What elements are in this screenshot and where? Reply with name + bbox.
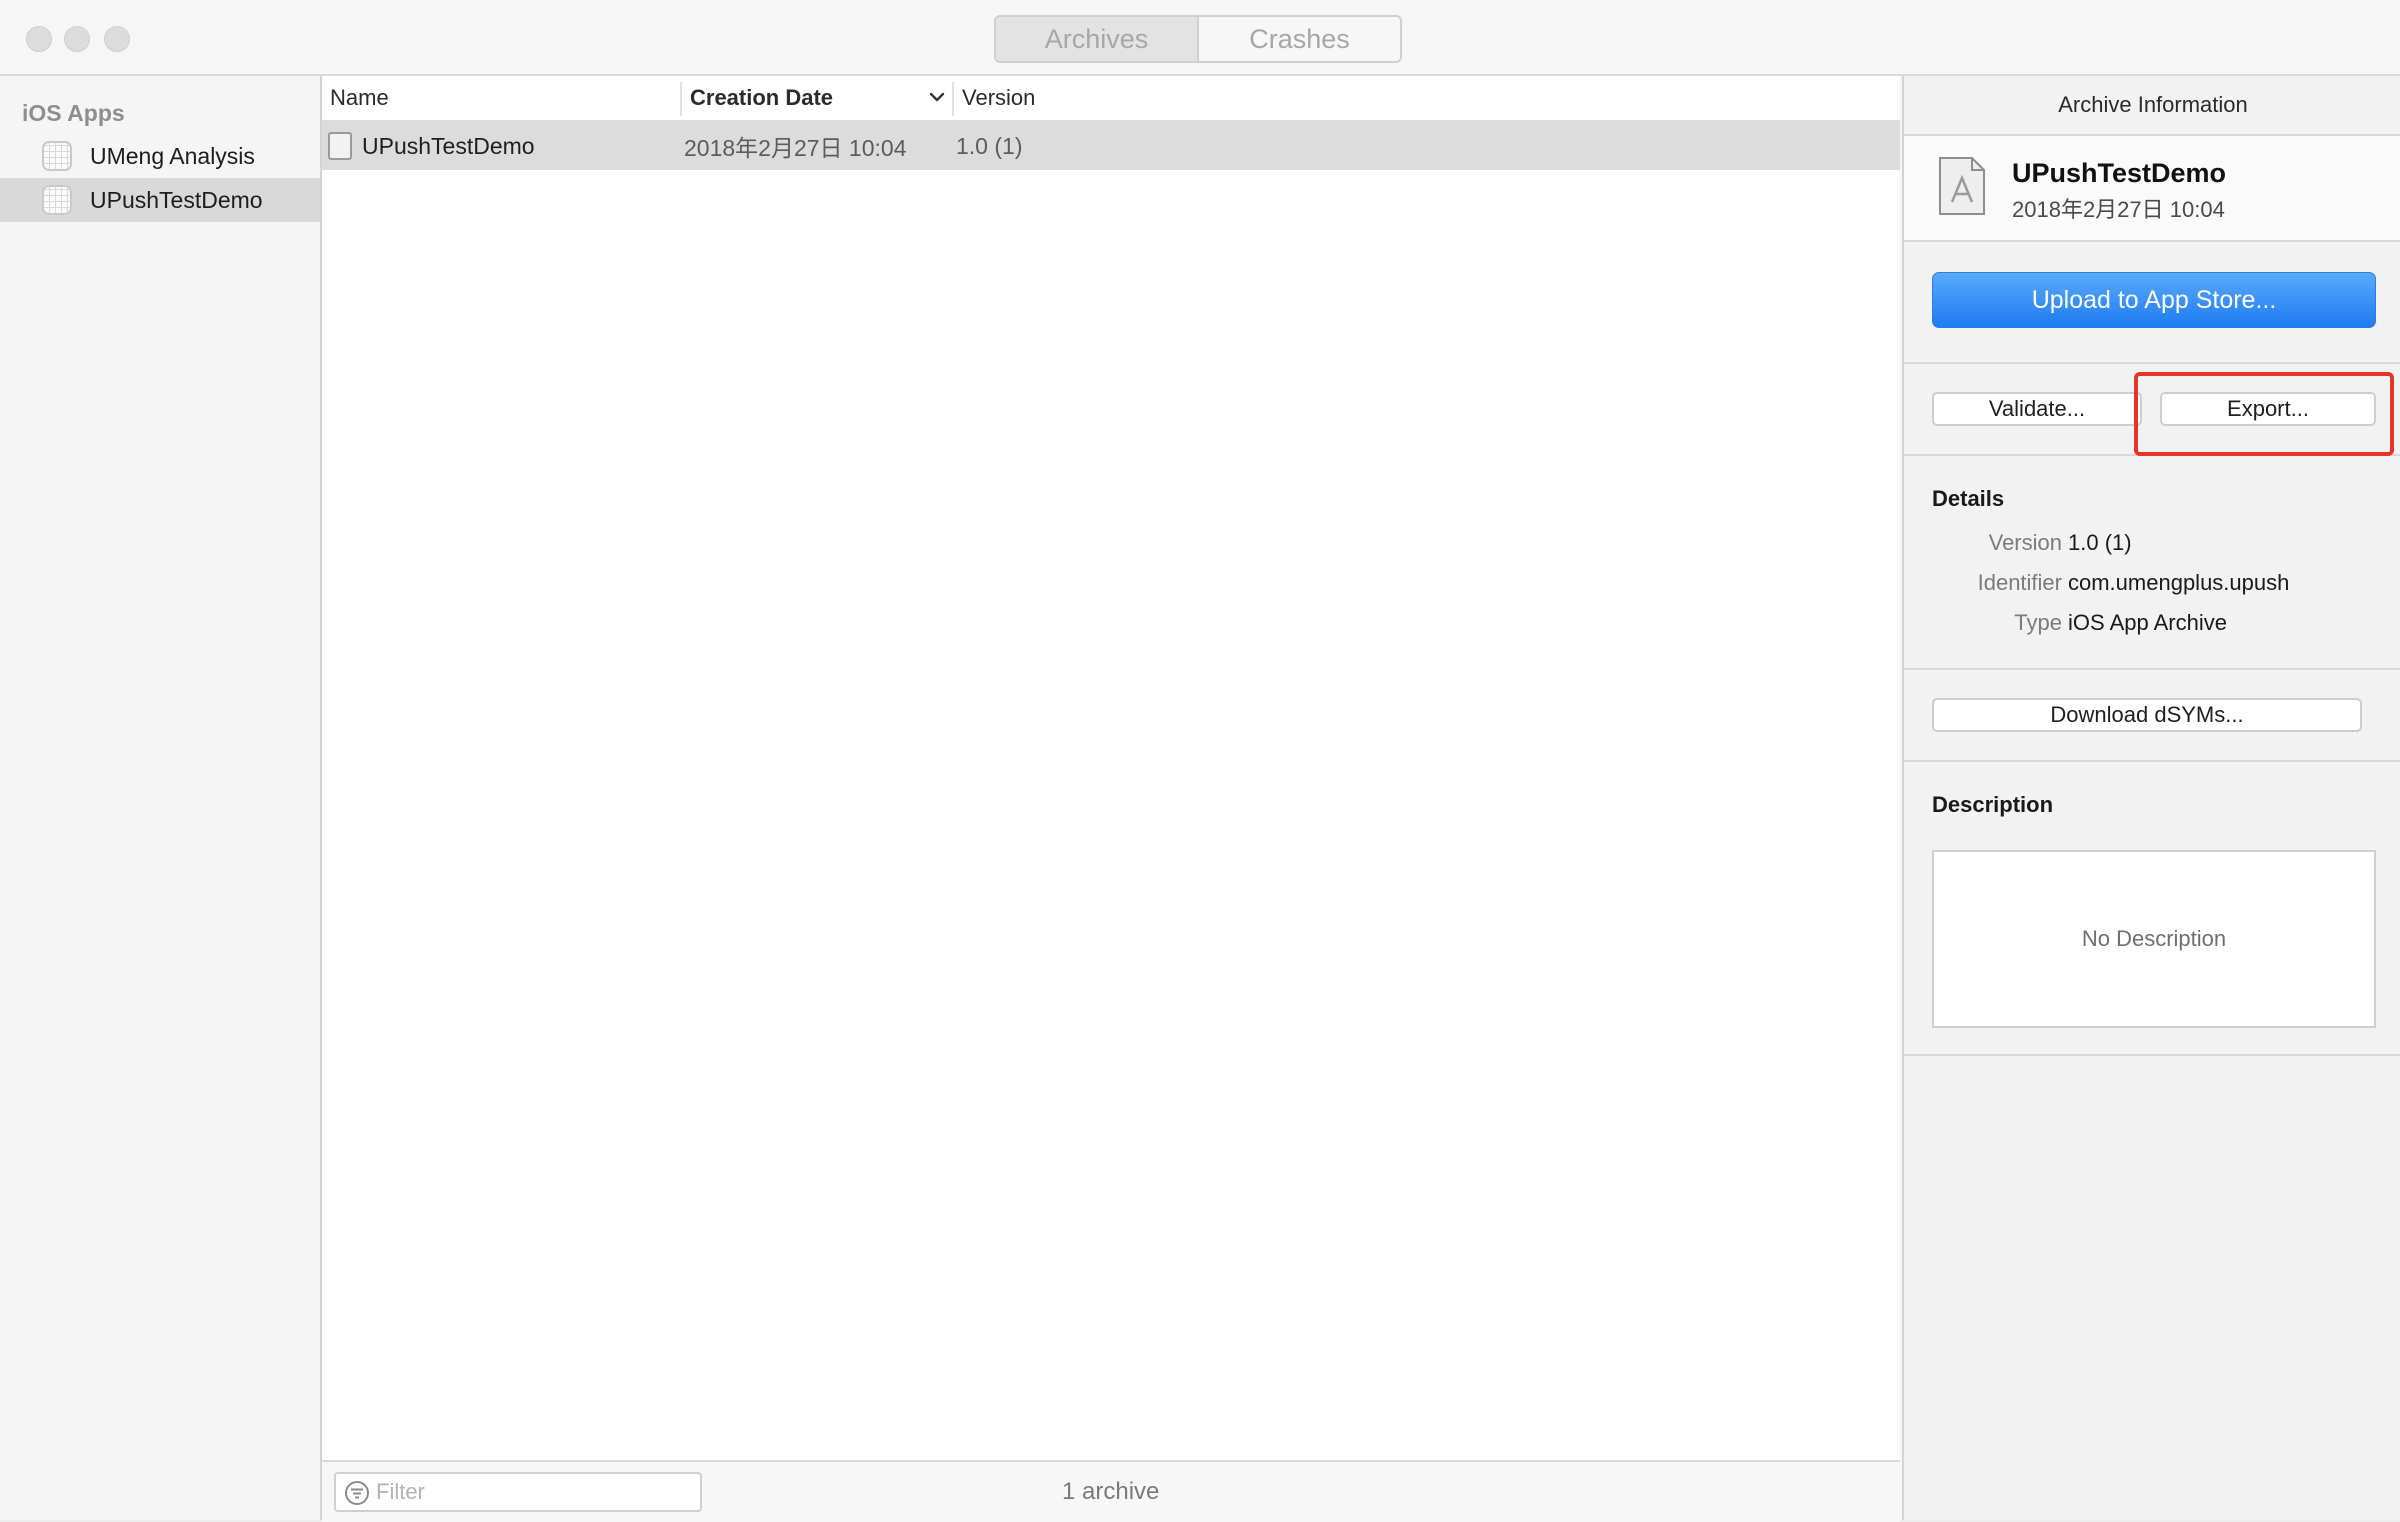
app-icon: [42, 185, 72, 215]
tab-archives[interactable]: Archives: [996, 17, 1197, 61]
cell-name: UPushTestDemo: [362, 132, 535, 159]
sidebar-item-umeng-analysis[interactable]: UMeng Analysis: [0, 134, 320, 178]
app-icon: [42, 141, 72, 171]
type-value: iOS App Archive: [2068, 610, 2227, 635]
sidebar-item-upushtestdemo[interactable]: UPushTestDemo: [0, 178, 320, 222]
view-segmented-control: Archives Crashes: [994, 15, 1402, 63]
column-header-creation-date[interactable]: Creation Date: [690, 76, 833, 120]
filter-input[interactable]: [376, 1476, 686, 1508]
version-label: Version: [1988, 530, 2062, 555]
filter-icon: [345, 1481, 369, 1505]
cell-creation-date: 2018年2月27日 10:04: [684, 135, 907, 161]
cell-version: 1.0 (1): [956, 132, 1023, 159]
minimize-window-button[interactable]: [64, 26, 90, 52]
inspector-title: Archive Information: [1904, 76, 2400, 136]
list-footer: 1 archive: [322, 1460, 1900, 1522]
sidebar: iOS Apps UMeng Analysis UPushTestDemo: [0, 76, 322, 1520]
archive-list: Name Creation Date Version UPushTestDemo…: [322, 76, 1900, 1522]
tab-crashes[interactable]: Crashes: [1199, 17, 1400, 61]
column-separator[interactable]: [952, 82, 954, 116]
identifier-value: com.umengplus.upush: [2068, 570, 2290, 595]
archive-count: 1 archive: [1062, 1478, 1160, 1505]
sidebar-item-label: UMeng Analysis: [90, 142, 255, 169]
title-bar: Archives Crashes: [0, 0, 2400, 76]
archive-inspector: Archive Information UPushTestDemo 2018年2…: [1902, 76, 2400, 1520]
description-title: Description: [1932, 792, 2054, 817]
filter-field[interactable]: [334, 1472, 702, 1512]
sidebar-item-label: UPushTestDemo: [90, 186, 263, 213]
column-separator[interactable]: [680, 82, 682, 116]
table-row[interactable]: UPushTestDemo 2018年2月27日 10:04 1.0 (1): [322, 122, 1900, 170]
identifier-label: Identifier: [1977, 570, 2062, 595]
archive-document-icon: [1939, 157, 1985, 215]
type-label: Type: [2014, 610, 2062, 635]
export-button[interactable]: Export...: [2160, 392, 2376, 426]
version-value: 1.0 (1): [2068, 530, 2132, 555]
column-header-name[interactable]: Name: [330, 76, 389, 120]
archive-summary: UPushTestDemo 2018年2月27日 10:04: [1904, 136, 2400, 242]
description-field[interactable]: No Description: [1932, 850, 2376, 1028]
validate-button[interactable]: Validate...: [1932, 392, 2142, 426]
upload-to-app-store-button[interactable]: Upload to App Store...: [1932, 272, 2376, 328]
upload-section: Upload to App Store...: [1904, 242, 2400, 364]
details-title: Details: [1932, 486, 2005, 511]
download-dsyms-button[interactable]: Download dSYMs...: [1932, 698, 2362, 732]
close-window-button[interactable]: [26, 26, 52, 52]
column-header-version[interactable]: Version: [962, 76, 1035, 120]
archive-date: 2018年2月27日 10:04: [2012, 197, 2225, 222]
archives-window: Archives Crashes iOS Apps UMeng Analysis…: [0, 0, 2400, 1522]
archive-icon: [328, 132, 352, 160]
actions-section: Validate... Export...: [1904, 364, 2400, 456]
archive-name: UPushTestDemo: [2012, 158, 2227, 188]
description-section: Description No Description: [1904, 762, 2400, 1056]
dsyms-section: Download dSYMs...: [1904, 670, 2400, 762]
sidebar-section-header: iOS Apps: [22, 100, 125, 126]
zoom-window-button[interactable]: [104, 26, 130, 52]
details-section: Details Version 1.0 (1) Identifier com.u…: [1904, 456, 2400, 670]
table-header: Name Creation Date Version: [322, 76, 1900, 122]
chevron-down-icon[interactable]: [924, 84, 950, 110]
